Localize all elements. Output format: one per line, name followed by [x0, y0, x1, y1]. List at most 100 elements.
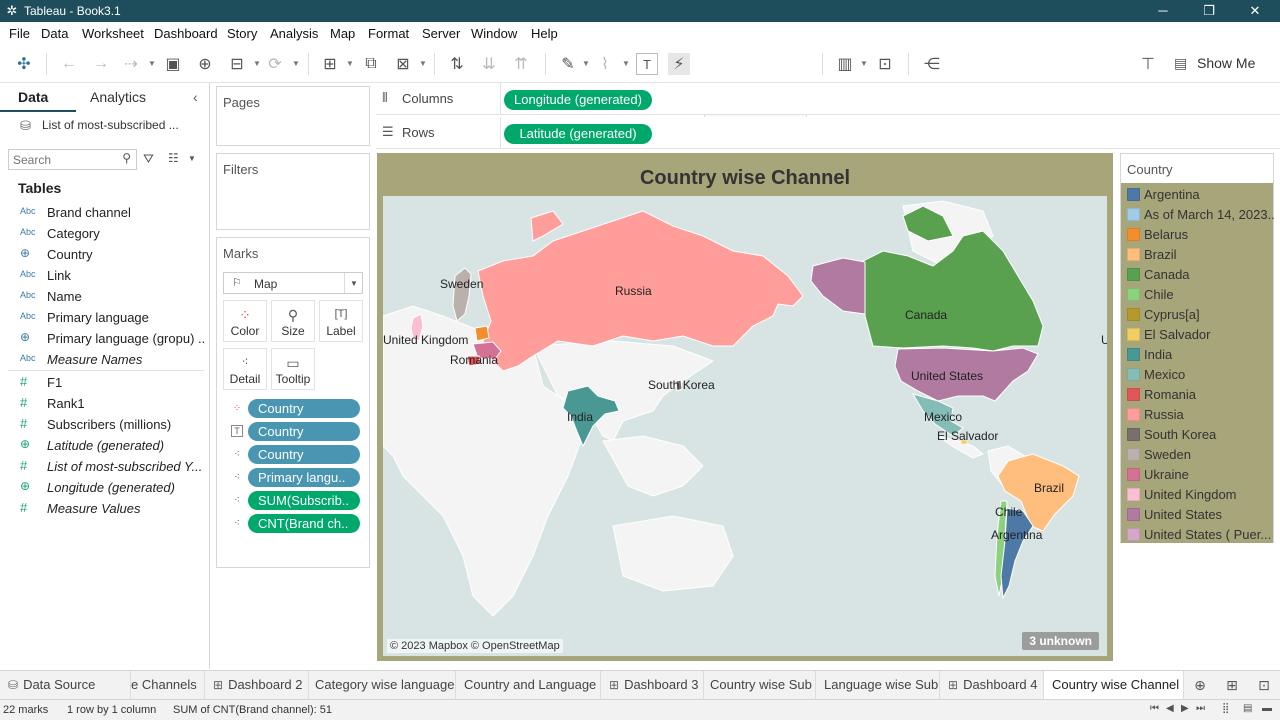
menu-dashboard[interactable]: Dashboard	[154, 26, 218, 41]
legend-item[interactable]: Russia	[1127, 406, 1273, 424]
tab-dashboard-2[interactable]: ⊞ Dashboard 2	[205, 671, 309, 699]
chevron-down-icon[interactable]: ▼	[622, 59, 630, 68]
menu-server[interactable]: Server	[422, 26, 460, 41]
field-subscribers[interactable]: # Subscribers (millions)	[0, 414, 208, 435]
legend-item[interactable]: Ukraine	[1127, 466, 1273, 484]
field-name[interactable]: Abc Name	[0, 286, 208, 307]
menu-data[interactable]: Data	[41, 26, 68, 41]
collapse-pane-icon[interactable]: ‹	[193, 89, 198, 105]
legend-item[interactable]: Romania	[1127, 386, 1273, 404]
tab-data-source[interactable]: ⛁ Data Source	[0, 671, 131, 699]
menu-format[interactable]: Format	[368, 26, 409, 41]
pill-latitude[interactable]: Latitude (generated)	[504, 124, 652, 144]
tab-dashboard-3[interactable]: ⊞ Dashboard 3	[601, 671, 704, 699]
tab-country-and-language[interactable]: Country and Language	[456, 671, 601, 699]
tab-dashboard-4[interactable]: ⊞ Dashboard 4	[940, 671, 1044, 699]
menu-window[interactable]: Window	[471, 26, 517, 41]
size-button[interactable]: ⚲ Size	[271, 300, 315, 342]
pause-updates-icon[interactable]: ⊟	[226, 53, 248, 75]
legend-item[interactable]: India	[1127, 346, 1273, 364]
pill-sum-subscribers[interactable]: SUM(Subscrib..	[248, 491, 360, 510]
tab-channels[interactable]: e Channels	[131, 671, 205, 699]
tab-data[interactable]: Data	[18, 89, 48, 105]
sort-descending-icon[interactable]: ⇈	[510, 53, 532, 75]
field-primary-language[interactable]: Abc Primary language	[0, 307, 208, 328]
fix-axes-icon[interactable]: ⚡	[668, 53, 690, 75]
chevron-down-icon[interactable]: ▼	[253, 59, 261, 68]
view-options-icon[interactable]: ☷	[168, 151, 179, 165]
detail-button[interactable]: ⁖ Detail	[223, 348, 267, 390]
group-members-icon[interactable]: ⌇	[594, 53, 616, 75]
legend-item[interactable]: Chile	[1127, 286, 1273, 304]
field-measure-names[interactable]: Abc Measure Names	[0, 349, 208, 370]
new-dashboard-tab-icon[interactable]: ⊞	[1221, 675, 1243, 695]
legend-item[interactable]: Mexico	[1127, 366, 1273, 384]
label-button[interactable]: [T] Label	[319, 300, 363, 342]
show-cards-icon[interactable]: ▥	[834, 53, 856, 75]
field-country[interactable]: ⊕ Country	[0, 244, 208, 265]
field-list-count[interactable]: # List of most-subscribed Y...	[0, 456, 208, 477]
show-sheet-sorter-icon[interactable]: ⣿	[1222, 703, 1229, 714]
restore-button[interactable]: ❐	[1186, 0, 1232, 22]
share-icon[interactable]: ⋲	[921, 53, 943, 75]
new-worksheet-tab-icon[interactable]: ⊕	[1189, 675, 1211, 695]
undo-icon[interactable]: ←	[58, 53, 80, 75]
show-filmstrip-icon[interactable]: ▤	[1243, 703, 1252, 714]
redo-icon[interactable]: →	[90, 53, 112, 75]
pill-country-color[interactable]: Country	[248, 399, 360, 418]
legend-item[interactable]: Brazil	[1127, 246, 1273, 264]
tooltip-button[interactable]: ▭ Tooltip	[271, 348, 315, 390]
pages-card[interactable]: Pages	[216, 86, 370, 146]
sort-ascending-icon[interactable]: ⇊	[478, 53, 500, 75]
menu-analysis[interactable]: Analysis	[270, 26, 318, 41]
new-datasource-icon[interactable]: ⊕	[194, 53, 216, 75]
clear-sheet-icon[interactable]: ⊠	[392, 53, 414, 75]
field-category[interactable]: Abc Category	[0, 223, 208, 244]
minimize-button[interactable]: ─	[1140, 0, 1186, 22]
presentation-mode-icon[interactable]: ⊡	[874, 53, 896, 75]
legend-item[interactable]: Cyprus[a]	[1127, 306, 1273, 324]
search-input[interactable]	[13, 152, 113, 167]
menu-file[interactable]: File	[9, 26, 30, 41]
pill-country-label[interactable]: Country	[248, 422, 360, 441]
filters-card[interactable]: Filters	[216, 153, 370, 230]
chevron-down-icon[interactable]: ▼	[292, 59, 300, 68]
field-measure-values[interactable]: # Measure Values	[0, 498, 208, 519]
field-primary-language-group[interactable]: ⊕ Primary language (gropu) ...	[0, 328, 208, 349]
menu-worksheet[interactable]: Worksheet	[82, 26, 144, 41]
tab-category-wise-language[interactable]: Category wise language	[309, 671, 456, 699]
show-tabs-icon[interactable]: ▬	[1262, 703, 1272, 714]
menu-help[interactable]: Help	[531, 26, 558, 41]
new-story-tab-icon[interactable]: ⊡	[1253, 675, 1275, 695]
rows-shelf[interactable]: ☰ Rows Latitude (generated)	[376, 117, 1280, 149]
columns-shelf[interactable]: ⦀ Columns Longitude (generated)	[376, 83, 1280, 115]
duplicate-sheet-icon[interactable]: ⧉	[360, 53, 382, 75]
legend-item[interactable]: Argentina	[1127, 186, 1273, 204]
chevron-down-icon[interactable]: ▼	[148, 59, 156, 68]
chevron-down-icon[interactable]: ▼	[346, 59, 354, 68]
field-rank1[interactable]: # Rank1	[0, 393, 208, 414]
pin-icon[interactable]: ⊤	[1137, 53, 1159, 75]
search-field[interactable]: ⚲	[8, 149, 137, 170]
tab-country-wise-sub[interactable]: Country wise Sub	[704, 671, 816, 699]
last-sheet-icon[interactable]: ⏭	[1196, 703, 1205, 714]
field-brand-channel[interactable]: Abc Brand channel	[0, 202, 208, 223]
tab-language-wise-sub[interactable]: Language wise Sub	[816, 671, 940, 699]
prev-sheet-icon[interactable]: ◀	[1166, 703, 1174, 714]
field-f1[interactable]: # F1	[0, 372, 208, 393]
close-button[interactable]: ✕	[1232, 0, 1278, 22]
map-attribution[interactable]: © 2023 Mapbox © OpenStreetMap	[387, 639, 563, 653]
legend-item[interactable]: Canada	[1127, 266, 1273, 284]
color-button[interactable]: ⁘ Color	[223, 300, 267, 342]
swap-rows-columns-icon[interactable]: ⇅	[446, 53, 468, 75]
replay-icon[interactable]: ⇢	[120, 53, 142, 75]
new-worksheet-icon[interactable]: ⊞	[319, 53, 341, 75]
map-canvas[interactable]: Sweden Russia United Kingdom Romania Sou…	[383, 196, 1107, 656]
pill-longitude[interactable]: Longitude (generated)	[504, 90, 652, 110]
next-sheet-icon[interactable]: ▶	[1181, 703, 1189, 714]
pill-country-detail[interactable]: Country	[248, 445, 360, 464]
field-longitude[interactable]: ⊕ Longitude (generated)	[0, 477, 208, 498]
highlight-icon[interactable]: ✎	[557, 53, 579, 75]
menu-story[interactable]: Story	[227, 26, 257, 41]
field-latitude[interactable]: ⊕ Latitude (generated)	[0, 435, 208, 456]
